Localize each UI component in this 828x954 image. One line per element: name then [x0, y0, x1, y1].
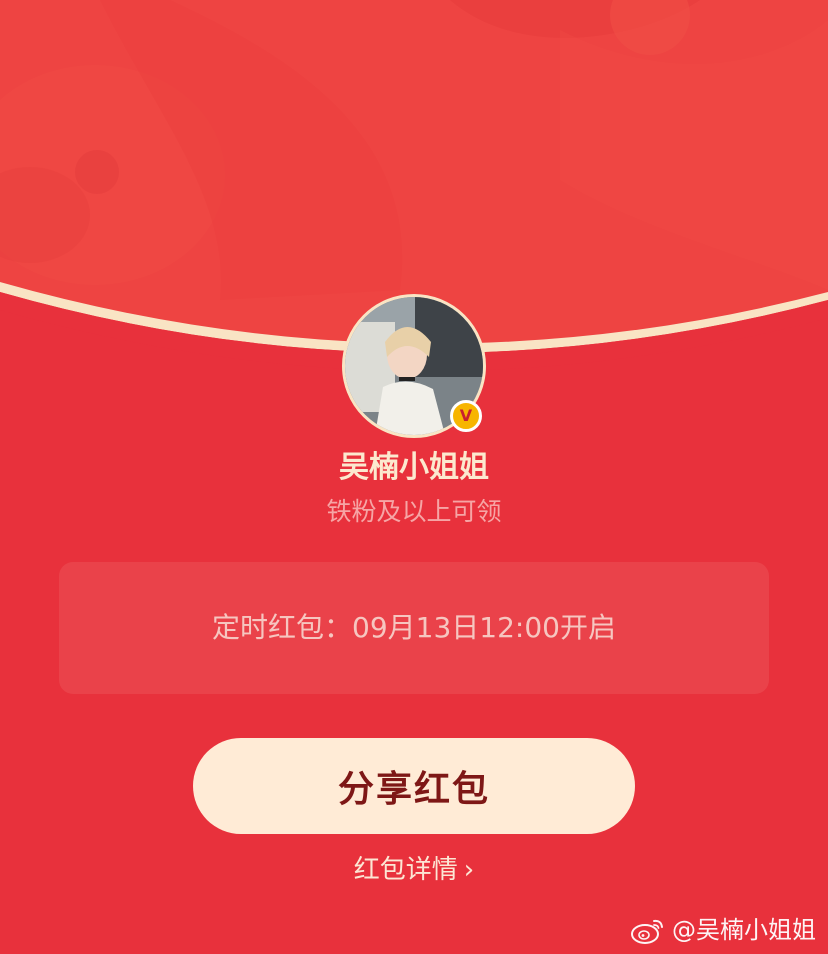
watermark-text: @吴楠小姐姐	[672, 916, 816, 944]
schedule-text: 定时红包：09月13日12:00开启	[212, 611, 616, 644]
schedule-info-box: 定时红包：09月13日12:00开启	[59, 562, 769, 694]
chevron-right-icon: ›	[463, 855, 475, 885]
share-button-label: 分享红包	[337, 769, 490, 810]
verified-badge-icon: V	[450, 400, 482, 432]
weibo-logo-icon	[631, 919, 663, 944]
user-name: 吴楠小姐姐	[339, 450, 489, 485]
weibo-watermark: @吴楠小姐姐	[630, 914, 816, 946]
user-avatar-container[interactable]: V	[342, 294, 486, 438]
verified-mark: V	[459, 405, 473, 425]
details-link-label: 红包详情	[353, 855, 458, 885]
eligibility-text: 铁粉及以上可领	[326, 497, 502, 526]
red-packet-details-link[interactable]: 红包详情 ›	[0, 852, 828, 888]
share-red-packet-button[interactable]: 分享红包	[193, 738, 635, 834]
